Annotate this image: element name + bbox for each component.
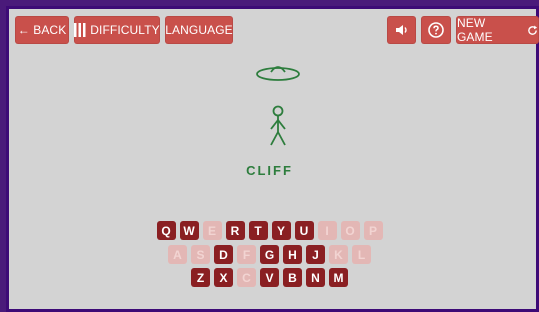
new-game-button[interactable]: NEW GAME — [456, 16, 539, 44]
refresh-icon — [527, 25, 538, 36]
keyboard-row-2: A S D F G H J K L — [0, 245, 539, 264]
game-frame — [6, 6, 539, 312]
key-x[interactable]: X — [214, 268, 233, 287]
stick-figure-with-ufo — [256, 66, 300, 146]
back-button[interactable]: ← BACK — [15, 16, 69, 44]
bars-icon — [74, 23, 86, 37]
key-b[interactable]: B — [283, 268, 302, 287]
keyboard-row-3: Z X C V B N M — [0, 268, 539, 287]
key-r[interactable]: R — [225, 221, 245, 240]
language-label: LANGUAGE — [165, 23, 233, 37]
help-circle-icon — [428, 22, 444, 38]
key-e[interactable]: E — [202, 221, 222, 240]
key-g[interactable]: G — [260, 245, 279, 264]
difficulty-label: DIFFICULTY — [90, 23, 160, 37]
stick-figure-icon — [270, 105, 286, 146]
key-w[interactable]: W — [179, 221, 199, 240]
key-s[interactable]: S — [191, 245, 210, 264]
key-z[interactable]: Z — [191, 268, 210, 287]
key-k[interactable]: K — [329, 245, 348, 264]
key-d[interactable]: D — [214, 245, 233, 264]
sound-button[interactable] — [387, 16, 416, 44]
key-n[interactable]: N — [306, 268, 325, 287]
difficulty-button[interactable]: DIFFICULTY — [74, 16, 160, 44]
key-q[interactable]: Q — [156, 221, 176, 240]
key-o[interactable]: O — [340, 221, 360, 240]
key-u[interactable]: U — [294, 221, 314, 240]
new-game-label: NEW GAME — [457, 16, 493, 44]
key-p[interactable]: P — [363, 221, 383, 240]
key-h[interactable]: H — [283, 245, 302, 264]
key-i[interactable]: I — [317, 221, 337, 240]
speaker-icon — [395, 23, 409, 37]
key-v[interactable]: V — [260, 268, 279, 287]
key-y[interactable]: Y — [271, 221, 291, 240]
key-t[interactable]: T — [248, 221, 268, 240]
back-label: ← BACK — [17, 23, 67, 37]
key-a[interactable]: A — [168, 245, 187, 264]
help-button[interactable] — [421, 16, 451, 44]
key-j[interactable]: J — [306, 245, 325, 264]
revealed-word: CLIFF — [246, 163, 293, 178]
key-f[interactable]: F — [237, 245, 256, 264]
key-m[interactable]: M — [329, 268, 348, 287]
key-l[interactable]: L — [352, 245, 371, 264]
keyboard-row-1: Q W E R T Y U I O P — [0, 221, 539, 240]
language-button[interactable]: LANGUAGE — [165, 16, 233, 44]
key-c[interactable]: C — [237, 268, 256, 287]
ufo-icon — [256, 66, 300, 81]
